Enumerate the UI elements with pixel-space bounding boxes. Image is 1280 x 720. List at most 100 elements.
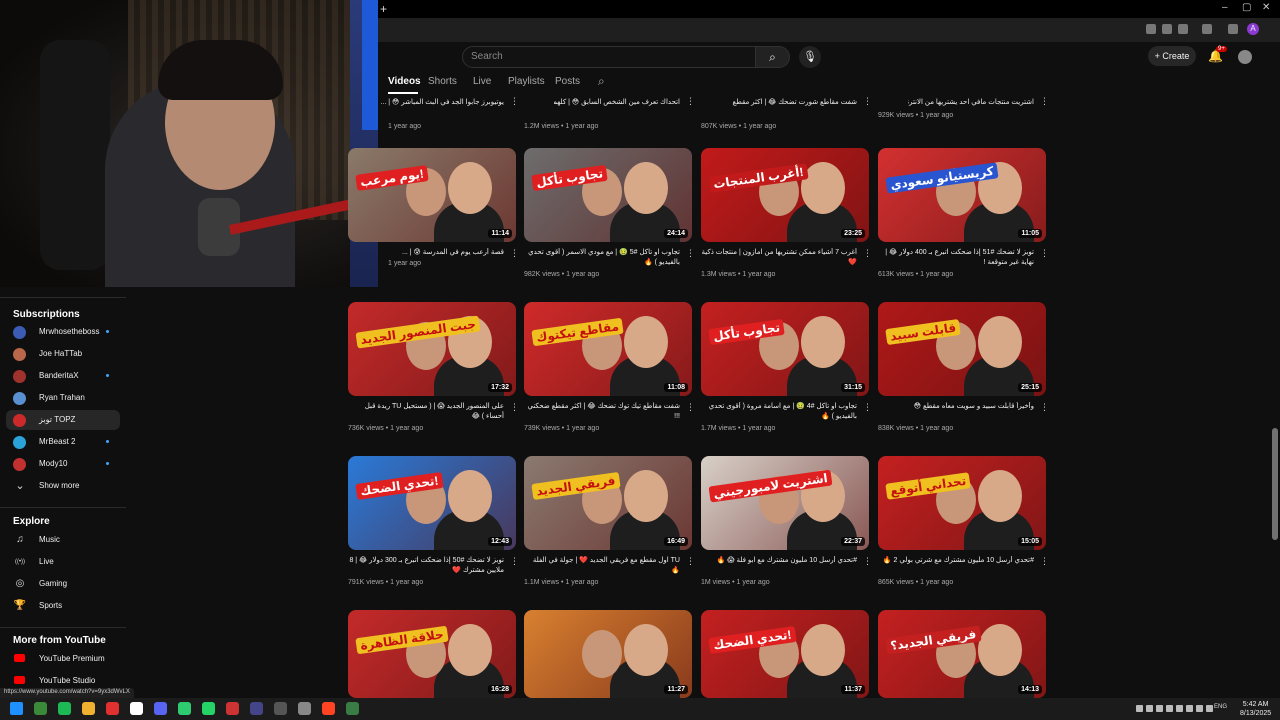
more-actions-icon[interactable]: ⋮ bbox=[1040, 96, 1049, 107]
video-title[interactable]: اشتريت منتجات مافي احد يشتريها من الانتر… bbox=[908, 98, 1034, 106]
video-card[interactable]: تجاوب تأكل 31:15 تجاوب او تاكل #4 🤢 | مع ا… bbox=[701, 302, 872, 452]
account-avatar[interactable] bbox=[1238, 50, 1252, 64]
video-thumbnail[interactable]: جبت المنصور الجديد 17:32 bbox=[348, 302, 516, 396]
system-tray-icon[interactable] bbox=[1176, 705, 1183, 712]
video-title[interactable]: شفت مقاطع شورت تضحك 😂 | اكثر مقطع ضحكت ع… bbox=[731, 98, 857, 106]
video-thumbnail[interactable]: 11:27 bbox=[524, 610, 692, 698]
video-card[interactable]: تحدي الضحك! 11:37 bbox=[701, 610, 869, 698]
minimize-button[interactable]: – bbox=[1222, 2, 1228, 13]
file-explorer-icon[interactable] bbox=[82, 702, 95, 715]
sidebar-subscription-item[interactable]: Joe HaTTab bbox=[6, 344, 120, 364]
system-tray-icon[interactable] bbox=[1146, 705, 1153, 712]
extension-icon[interactable] bbox=[1146, 24, 1156, 34]
tab-playlists[interactable]: Playlists bbox=[508, 76, 545, 87]
language-indicator[interactable]: ENG bbox=[1214, 704, 1227, 710]
browser-profile-avatar[interactable]: A bbox=[1247, 23, 1259, 35]
video-title[interactable]: #تحدي أرسل 10 مليون مشترك مع شرتي بولي 2… bbox=[878, 556, 1034, 576]
brave-icon[interactable] bbox=[322, 702, 335, 715]
discord-icon[interactable] bbox=[154, 702, 167, 715]
more-actions-icon[interactable]: ⋮ bbox=[510, 402, 519, 413]
tab-videos[interactable]: Videos bbox=[388, 76, 421, 87]
sidebar-subscription-item[interactable]: Mrwhosetheboss bbox=[6, 322, 120, 342]
sidebar-item-music[interactable]: ♫ Music bbox=[6, 530, 120, 550]
scrollbar-track[interactable] bbox=[1271, 72, 1279, 698]
tab-live[interactable]: Live bbox=[473, 76, 491, 87]
video-thumbnail[interactable]: تجاوب تأكل 24:14 bbox=[524, 148, 692, 242]
video-card[interactable]: أغرب المنتجات! 23:25 أغرب 7 أشياء ممكن تشت… bbox=[701, 148, 872, 298]
app-icon[interactable] bbox=[250, 702, 263, 715]
maximize-button[interactable]: ▢ bbox=[1242, 2, 1251, 13]
video-card[interactable]: تجاوب تأكل 24:14 تجاوب او تاكل #5 🤢 | مع م… bbox=[524, 148, 695, 298]
search-button[interactable]: ⌕ bbox=[756, 46, 790, 68]
clock[interactable]: 5:42 AM 8/13/2025 bbox=[1240, 700, 1271, 718]
sidebar-subscription-item[interactable]: Ryan Trahan bbox=[6, 388, 120, 408]
video-title[interactable]: شفت مقاطع تيك توك تضحك 😂 | اكثر مقطع ضحك… bbox=[524, 402, 680, 422]
tab-posts[interactable]: Posts bbox=[555, 76, 580, 87]
sidebar-item-live[interactable]: ((•)) Live bbox=[6, 552, 120, 572]
more-actions-icon[interactable]: ⋮ bbox=[510, 248, 519, 259]
close-window-button[interactable]: ✕ bbox=[1262, 2, 1270, 13]
video-title[interactable]: توبز لا تضحك #51 إذا ضحكت اتبرع بـ 400 د… bbox=[878, 248, 1034, 268]
video-card[interactable]: قابلت سبيد 25:15 وأخيراً قابلت سبيد و سويت… bbox=[878, 302, 1049, 452]
video-card[interactable]: مقاطع تيكتوك 11:08 شفت مقاطع تيك توك تضحك … bbox=[524, 302, 695, 452]
create-button[interactable]: + Create bbox=[1148, 46, 1196, 66]
show-more-button[interactable]: ⌄ Show more bbox=[6, 476, 120, 496]
system-tray-icon[interactable] bbox=[1196, 705, 1203, 712]
video-card[interactable]: فريقي الجديد؟ 14:13 bbox=[878, 610, 1046, 698]
app-icon[interactable] bbox=[346, 702, 359, 715]
video-card[interactable]: كريستيانو سعودي 11:05 توبز لا تضحك #51 إذا… bbox=[878, 148, 1049, 298]
video-thumbnail[interactable]: تحدي الضحك! 12:43 bbox=[348, 456, 516, 550]
voice-search-button[interactable]: 🎙 bbox=[799, 46, 821, 68]
bookmark-star-icon[interactable] bbox=[1178, 24, 1188, 34]
video-title[interactable]: على المنصور الجديد 😱 | ( مستحيل TU ريدة … bbox=[348, 402, 504, 422]
video-title[interactable]: تجاوب او تاكل #4 🤢 | مع اسامة مروة ( أقو… bbox=[701, 402, 857, 422]
video-thumbnail[interactable]: فريقي الجديد 16:49 bbox=[524, 456, 692, 550]
system-tray-icon[interactable] bbox=[1156, 705, 1163, 712]
more-actions-icon[interactable]: ⋮ bbox=[510, 96, 519, 107]
more-actions-icon[interactable]: ⋮ bbox=[863, 96, 872, 107]
video-thumbnail[interactable]: تحداني أتوقع 15:05 bbox=[878, 456, 1046, 550]
more-actions-icon[interactable]: ⋮ bbox=[686, 556, 695, 567]
video-card[interactable]: اشتريت لامبورجيني 22:37 #تحدي أرسل 10 مليو… bbox=[701, 456, 872, 606]
system-tray-icon[interactable] bbox=[1206, 705, 1213, 712]
app-icon[interactable] bbox=[274, 702, 287, 715]
video-title[interactable]: قصة أرعب يوم في المدرسة 😰 | ... bbox=[348, 248, 504, 268]
whatsapp-icon[interactable] bbox=[202, 702, 215, 715]
video-thumbnail[interactable]: قابلت سبيد 25:15 bbox=[878, 302, 1046, 396]
video-thumbnail[interactable]: أغرب المنتجات! 23:25 bbox=[701, 148, 869, 242]
video-thumbnail[interactable]: يوم مرعب! 11:14 bbox=[348, 148, 516, 242]
sidebar-item-sports[interactable]: 🏆 Sports bbox=[6, 596, 120, 616]
video-thumbnail[interactable]: اشتريت لامبورجيني 22:37 bbox=[701, 456, 869, 550]
sidebar-subscription-item[interactable]: توبز TOPZ bbox=[6, 410, 120, 430]
search-taskbar-icon[interactable] bbox=[34, 702, 47, 715]
chrome-icon[interactable] bbox=[106, 702, 119, 715]
video-thumbnail[interactable]: تجاوب تأكل 31:15 bbox=[701, 302, 869, 396]
video-thumbnail[interactable]: تحدي الضحك! 11:37 bbox=[701, 610, 869, 698]
sidebar-item-youtube-product[interactable]: YouTube Premium bbox=[6, 649, 120, 669]
video-title[interactable]: TU اول مقطع مع فريقي الجديد ❤️ | جولة في… bbox=[524, 556, 680, 576]
video-title[interactable]: أغرب 7 أشياء ممكن تشتريها من امازون | من… bbox=[701, 248, 857, 268]
more-actions-icon[interactable]: ⋮ bbox=[863, 556, 872, 567]
new-tab-button[interactable]: + bbox=[380, 2, 387, 16]
more-actions-icon[interactable]: ⋮ bbox=[863, 248, 872, 259]
video-thumbnail[interactable]: حلاقة الظاهرة 16:28 bbox=[348, 610, 516, 698]
system-tray-icon[interactable] bbox=[1186, 705, 1193, 712]
scrollbar-thumb[interactable] bbox=[1272, 428, 1278, 540]
spotify-icon[interactable] bbox=[58, 702, 71, 715]
more-actions-icon[interactable]: ⋮ bbox=[1040, 402, 1049, 413]
video-card[interactable]: يوم مرعب! 11:14 قصة أرعب يوم في المدرسة 😰 … bbox=[348, 148, 519, 298]
video-thumbnail[interactable]: فريقي الجديد؟ 14:13 bbox=[878, 610, 1046, 698]
video-title[interactable]: وأخيراً قابلت سبيد و سويت معاه مقطع 😳 bbox=[878, 402, 1034, 422]
zoom-icon[interactable] bbox=[1162, 24, 1172, 34]
steam-icon[interactable] bbox=[130, 702, 143, 715]
video-card[interactable]: فريقي الجديد 16:49 TU اول مقطع مع فريقي ال… bbox=[524, 456, 695, 606]
channel-search-icon[interactable]: ⌕ bbox=[598, 74, 605, 89]
video-title[interactable]: يوتيوبرز جابوا الجد في البث المباشر 😳 | … bbox=[378, 98, 504, 106]
video-title[interactable]: تجاوب او تاكل #5 🤢 | مع مودي الاسمر ( أق… bbox=[524, 248, 680, 268]
more-actions-icon[interactable]: ⋮ bbox=[1040, 248, 1049, 259]
app-icon[interactable] bbox=[226, 702, 239, 715]
sidebar-subscription-item[interactable]: MrBeast 2 bbox=[6, 432, 120, 452]
start-icon[interactable] bbox=[10, 702, 23, 715]
more-actions-icon[interactable]: ⋮ bbox=[686, 248, 695, 259]
extensions-puzzle-icon[interactable] bbox=[1202, 24, 1212, 34]
